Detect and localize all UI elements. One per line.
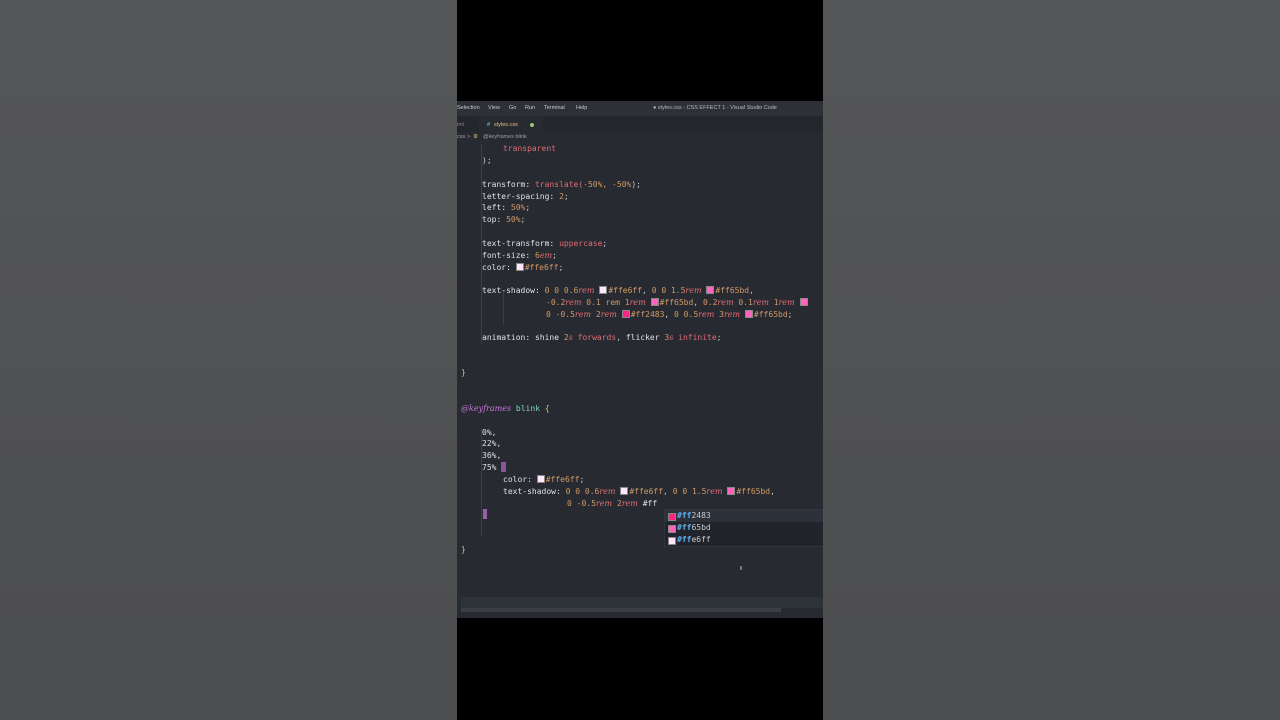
- color-swatch-icon: [668, 537, 676, 545]
- code-line: top: 50%;: [482, 215, 526, 224]
- code-line: 0 -0.5rem 2rem #ff2483, 0 0.5rem 3rem #f…: [546, 310, 793, 319]
- suggestion-item[interactable]: #ff65bd: [665, 522, 823, 534]
- code-line: @keyframes blink {: [461, 404, 550, 413]
- code-line: text-transform: uppercase;: [482, 239, 608, 248]
- color-swatch-icon[interactable]: [536, 475, 545, 483]
- code-line-current: 0 -0.5rem 2rem #ff: [567, 499, 658, 508]
- video-blur-right: [823, 0, 1280, 720]
- indent-guide: [503, 291, 504, 325]
- code-line: font-size: 6em;: [482, 251, 557, 260]
- mouse-pointer-icon: [740, 566, 742, 570]
- code-line: animation: shine 2s forwards, flicker 3s…: [482, 333, 722, 342]
- code-line: 75%: [482, 462, 507, 473]
- code-line: }: [461, 545, 466, 554]
- suggestion-item[interactable]: #ffe6ff: [665, 534, 823, 546]
- code-line: );: [482, 156, 492, 165]
- video-frame: Selection View Go Run Terminal Help ● st…: [457, 0, 823, 720]
- code-line: -0.2rem 0.1 rem 1rem #ff65bd, 0.2rem 0.1…: [546, 297, 809, 308]
- color-swatch-icon[interactable]: [706, 286, 715, 294]
- color-swatch-icon[interactable]: [744, 310, 753, 318]
- code-line: color: #ffe6ff;: [503, 475, 585, 484]
- bracket-match-marker: [501, 462, 507, 472]
- code-line: transform: translate(-50%, -50%);: [482, 180, 641, 189]
- color-swatch-icon[interactable]: [621, 310, 630, 318]
- color-swatch-icon[interactable]: [650, 298, 659, 306]
- code-line: }: [461, 368, 466, 377]
- color-swatch-icon: [668, 513, 676, 521]
- code-line: text-shadow: 0 0 0.6rem #ffe6ff, 0 0 1.5…: [482, 286, 754, 295]
- code-line: letter-spacing: 2;: [482, 192, 569, 201]
- video-blur-left: [0, 0, 457, 720]
- color-swatch-icon[interactable]: [620, 487, 629, 495]
- color-swatch-icon[interactable]: [599, 286, 608, 294]
- suggestion-item[interactable]: #ff2483: [665, 510, 823, 522]
- color-swatch-icon[interactable]: [799, 298, 808, 306]
- code-line: color: #ffe6ff;: [482, 263, 564, 272]
- code-line: 36%,: [482, 451, 502, 460]
- text-cursor-block: [483, 509, 487, 519]
- code-line: left: 50%;: [482, 203, 531, 212]
- code-line: text-shadow: 0 0 0.6rem #ffe6ff, 0 0 1.5…: [503, 487, 775, 496]
- current-line-highlight: [461, 597, 823, 608]
- code-line: 22%,: [482, 439, 502, 448]
- horizontal-scrollbar[interactable]: [461, 608, 781, 612]
- code-line: transparent: [503, 144, 556, 153]
- code-line: 0%,: [482, 428, 497, 437]
- vscode-window: Selection View Go Run Terminal Help ● st…: [457, 101, 823, 618]
- color-swatch-icon[interactable]: [515, 263, 524, 271]
- color-swatch-icon[interactable]: [727, 487, 736, 495]
- color-swatch-icon: [668, 525, 676, 533]
- autocomplete-suggestions: #ff2483 #ff65bd #ffe6ff: [664, 509, 823, 547]
